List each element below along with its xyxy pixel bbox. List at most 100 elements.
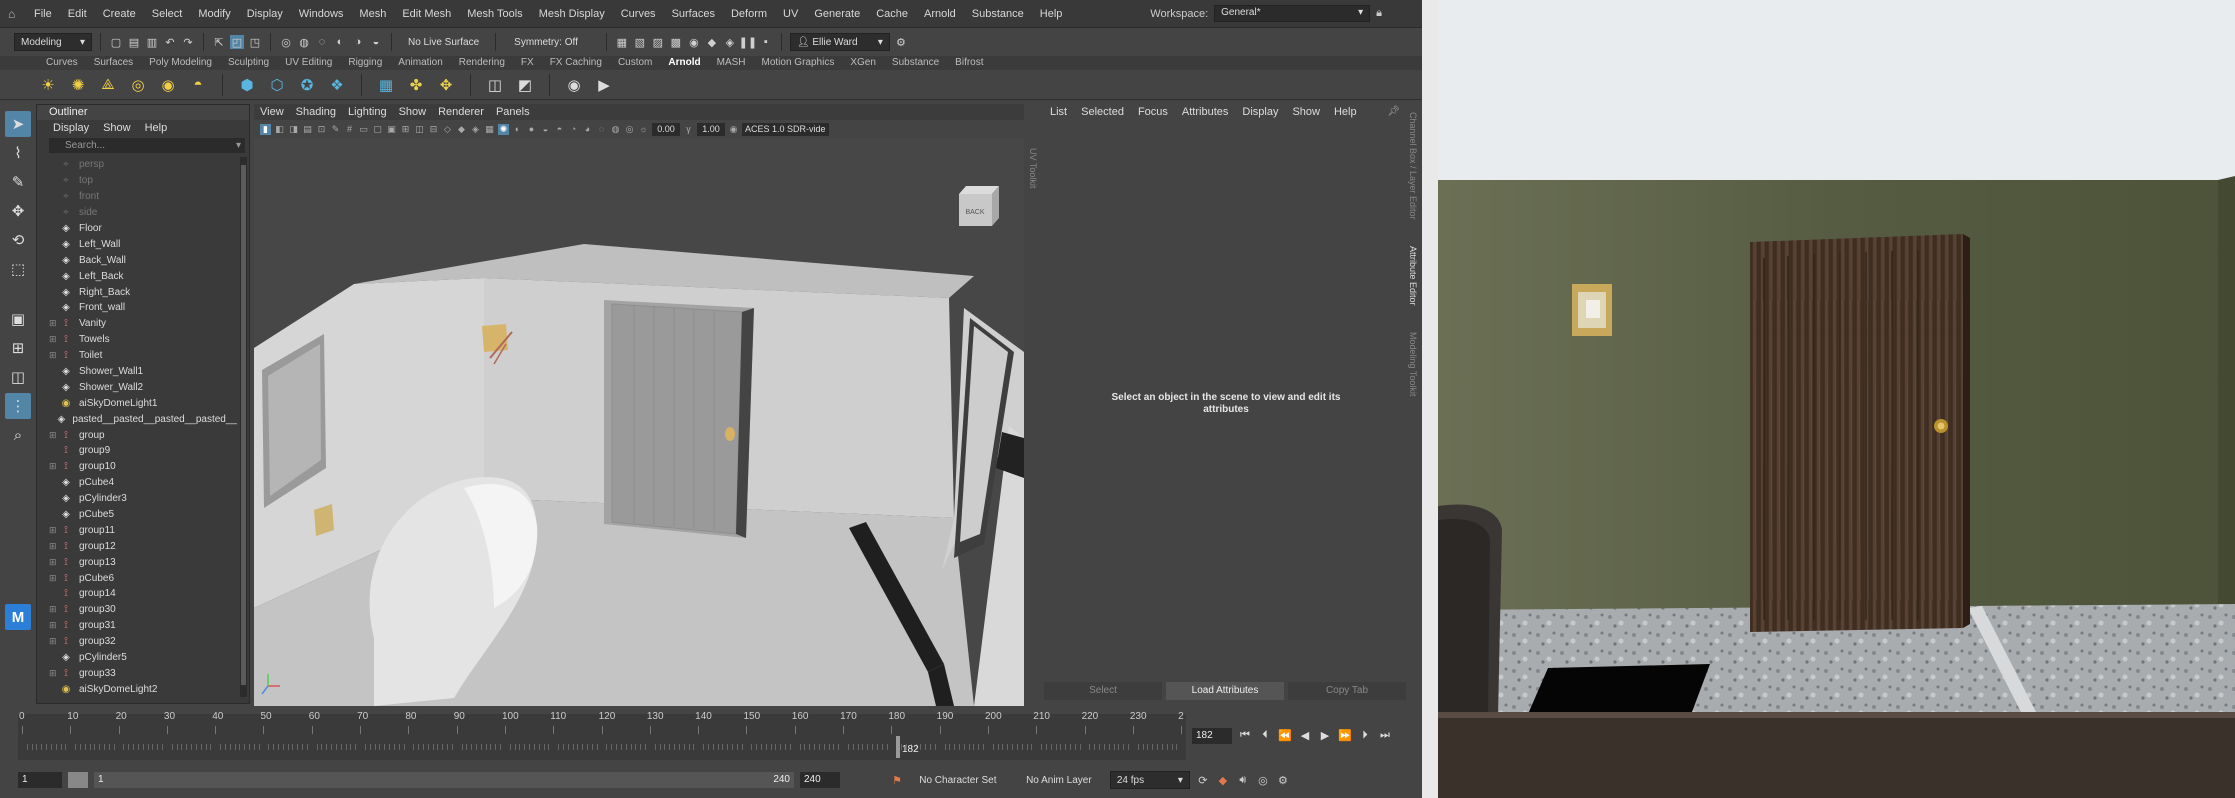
shelf-tab-mash[interactable]: MASH: [709, 56, 754, 70]
mesh-light-icon[interactable]: ◎: [128, 75, 148, 95]
curve-collector-icon[interactable]: ✪: [297, 75, 317, 95]
camera-select-icon[interactable]: ▮: [260, 123, 271, 135]
step-back-frame-icon[interactable]: ⏪: [1278, 729, 1292, 743]
render-frame-icon[interactable]: ▦: [615, 35, 629, 49]
ssao-icon[interactable]: ●: [526, 124, 537, 135]
open-scene-icon[interactable]: ▤: [127, 35, 141, 49]
maya-logo-icon[interactable]: ⌂: [8, 7, 22, 21]
outliner-scrollbar[interactable]: [240, 157, 247, 697]
expand-icon[interactable]: ⊞: [49, 573, 59, 584]
use-lights-icon[interactable]: ✺: [498, 123, 509, 135]
viewcube-label[interactable]: BACK: [965, 209, 984, 216]
outliner-search-input[interactable]: Search...: [65, 140, 105, 151]
current-frame-field[interactable]: 182: [1192, 728, 1232, 744]
menu-modify[interactable]: Modify: [190, 0, 238, 28]
render-sequence-icon[interactable]: ▧: [633, 35, 647, 49]
single-view-icon[interactable]: ▣: [5, 306, 31, 332]
select-tool-icon[interactable]: ➤: [5, 111, 31, 137]
outliner-item[interactable]: ⌖ persp: [37, 157, 237, 173]
menu-deform[interactable]: Deform: [723, 0, 775, 28]
current-frame-marker[interactable]: [896, 736, 900, 758]
sun-light-icon[interactable]: ☀: [38, 75, 58, 95]
standin-icon[interactable]: ⬢: [237, 75, 257, 95]
search-icon[interactable]: ⌕: [5, 422, 31, 448]
snap-curve-icon[interactable]: ◍: [297, 35, 311, 49]
snap-surface-icon[interactable]: ◑: [351, 35, 365, 49]
attr-menu-display[interactable]: Display: [1242, 104, 1278, 120]
safe-title-icon[interactable]: ⊟: [428, 124, 439, 135]
menu-curves[interactable]: Curves: [613, 0, 664, 28]
menu-select[interactable]: Select: [144, 0, 191, 28]
gamma-field[interactable]: 1.00: [697, 122, 725, 136]
snap-view-icon[interactable]: ◐: [333, 35, 347, 49]
procedural-icon[interactable]: ❖: [327, 75, 347, 95]
outliner-item[interactable]: ◈ Floor: [37, 221, 237, 237]
paint-select-icon[interactable]: ✎: [5, 169, 31, 195]
go-to-end-icon[interactable]: ⏭: [1378, 729, 1392, 743]
expand-icon[interactable]: ⊞: [49, 430, 59, 441]
select-hierarchy-icon[interactable]: ⇱: [212, 35, 226, 49]
viewport-scene[interactable]: BACK: [254, 138, 1024, 706]
expand-icon[interactable]: ⊞: [49, 604, 59, 615]
ipr-icon[interactable]: ▨: [651, 35, 665, 49]
shelf-tab-sculpting[interactable]: Sculpting: [220, 56, 277, 70]
shelf-tab-rigging[interactable]: Rigging: [340, 56, 390, 70]
xray-joints-icon[interactable]: ◍: [610, 124, 621, 135]
xray-active-icon[interactable]: ◎: [624, 124, 635, 135]
outliner-item[interactable]: ⌖ top: [37, 173, 237, 189]
snap-point-icon[interactable]: ◌: [315, 35, 329, 49]
lasso-tool-icon[interactable]: ⌇: [5, 140, 31, 166]
play-forward-icon[interactable]: ▶: [1318, 729, 1332, 743]
light-manager-icon[interactable]: ◩: [515, 75, 535, 95]
menu-mesh-tools[interactable]: Mesh Tools: [459, 0, 530, 28]
menu-cache[interactable]: Cache: [868, 0, 916, 28]
shelf-tab-fx-caching[interactable]: FX Caching: [542, 56, 610, 70]
menu-display[interactable]: Display: [239, 0, 291, 28]
outliner-item[interactable]: ◉ aiSkyDomeLight2: [37, 681, 237, 697]
hypershade-icon[interactable]: ◉: [687, 35, 701, 49]
outliner-item[interactable]: ◈ Front_wall: [37, 300, 237, 316]
shelf-tab-surfaces[interactable]: Surfaces: [86, 56, 141, 70]
expand-icon[interactable]: ⊞: [49, 525, 59, 536]
attr-menu-selected[interactable]: Selected: [1081, 104, 1124, 120]
outliner-item[interactable]: ⟟ group9: [37, 443, 237, 459]
xray-icon[interactable]: ◌: [596, 124, 607, 135]
auto-key-icon[interactable]: ◎: [1256, 773, 1270, 787]
play-backward-icon[interactable]: ◀: [1298, 729, 1312, 743]
arnold-render-icon[interactable]: ◆: [705, 35, 719, 49]
outliner-item[interactable]: ⊞ ⟟ group11: [37, 522, 237, 538]
outliner-item[interactable]: ⊞ ⟟ group10: [37, 459, 237, 475]
outliner-search[interactable]: Search... ▾: [49, 138, 245, 153]
skydome-light-icon[interactable]: ◓: [188, 75, 208, 95]
viewport-menu-panels[interactable]: Panels: [496, 104, 530, 120]
attr-menu-attributes[interactable]: Attributes: [1182, 104, 1228, 120]
menu-generate[interactable]: Generate: [806, 0, 868, 28]
outliner-item[interactable]: ⊞ ⟟ group33: [37, 666, 237, 682]
snap-grid-icon[interactable]: ◎: [279, 35, 293, 49]
viewport-menu-show[interactable]: Show: [399, 104, 427, 120]
save-scene-icon[interactable]: ▥: [145, 35, 159, 49]
key-icon[interactable]: ◆: [1216, 773, 1230, 787]
outliner-item[interactable]: ◈ Right_Back: [37, 284, 237, 300]
film-gate-icon[interactable]: ▭: [358, 124, 369, 135]
render-settings-icon[interactable]: ▩: [669, 35, 683, 49]
outliner-item[interactable]: ⊞ ⟟ group12: [37, 538, 237, 554]
snap-vertex-icon[interactable]: ◒: [369, 35, 383, 49]
shadows-icon[interactable]: ◐: [512, 124, 523, 135]
volume-icon[interactable]: ⬡: [267, 75, 287, 95]
outliner-menu-help[interactable]: Help: [145, 120, 168, 136]
start-frame-field[interactable]: 1: [18, 772, 62, 788]
outliner-item[interactable]: ◉ aiSkyDomeLight1: [37, 395, 237, 411]
outliner-item[interactable]: ⊞ ⟟ pCube6: [37, 570, 237, 586]
area-light-icon[interactable]: ✺: [68, 75, 88, 95]
copy-tab-button[interactable]: Copy Tab: [1288, 682, 1406, 700]
chevron-down-icon[interactable]: ▾: [236, 138, 241, 153]
outliner-item[interactable]: ◈ pCube4: [37, 475, 237, 491]
attr-menu-help[interactable]: Help: [1334, 104, 1357, 120]
grease-pencil-icon[interactable]: ✎: [330, 124, 341, 135]
shelf-tab-curves[interactable]: Curves: [38, 56, 86, 70]
outliner-item[interactable]: ⊞ ⟟ group31: [37, 618, 237, 634]
flat-texture-icon[interactable]: ✤: [406, 75, 426, 95]
shelf-tab-bifrost[interactable]: Bifrost: [947, 56, 991, 70]
pause-icon[interactable]: ❚❚: [739, 35, 757, 49]
